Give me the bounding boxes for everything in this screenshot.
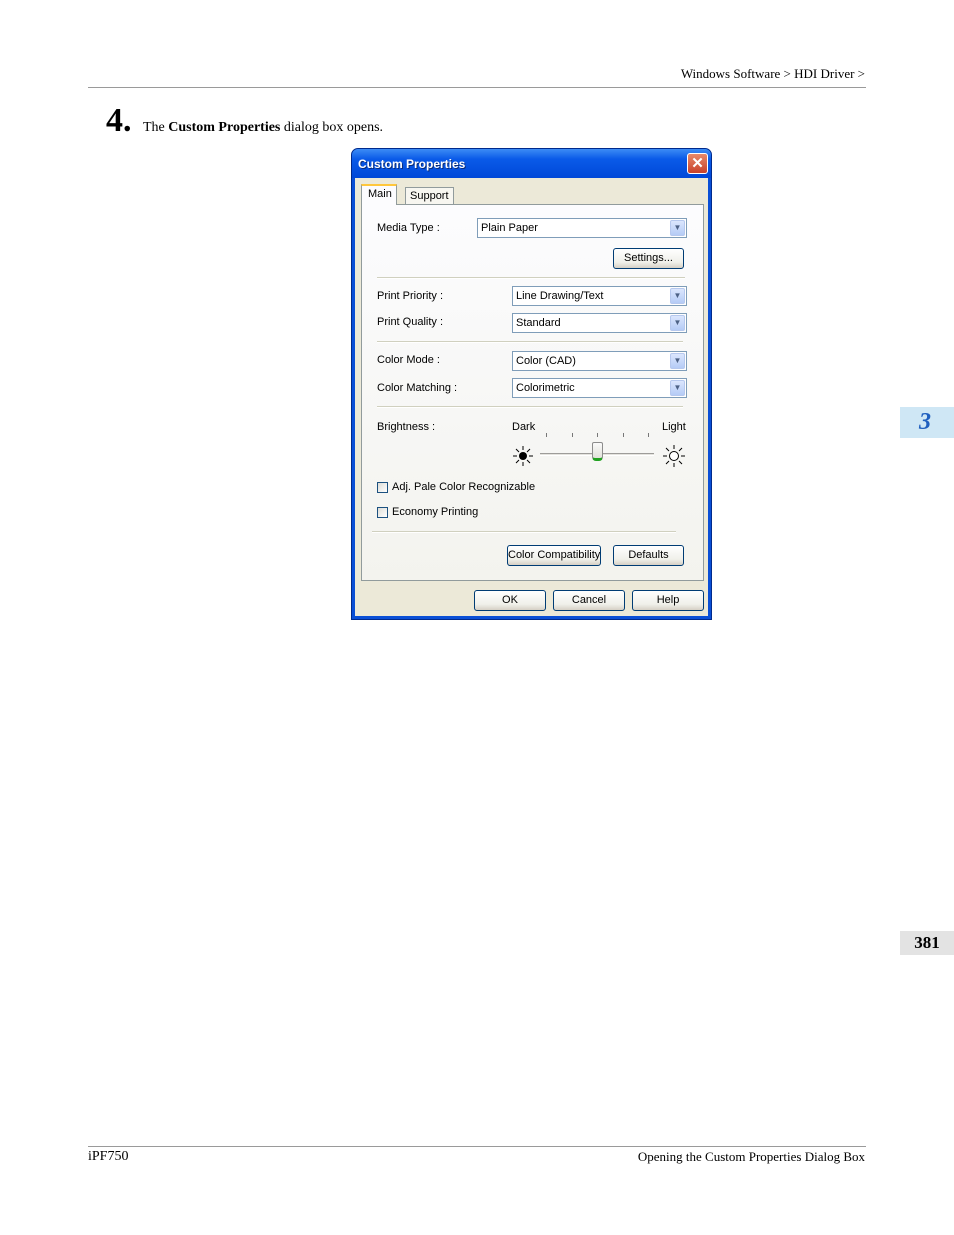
help-button[interactable]: Help xyxy=(632,590,704,611)
divider xyxy=(377,277,685,279)
color-mode-label: Color Mode : xyxy=(377,354,440,366)
chevron-down-icon: ▼ xyxy=(670,220,685,236)
chevron-down-icon: ▼ xyxy=(670,288,685,304)
slider-tick xyxy=(623,433,624,437)
media-type-label: Media Type : xyxy=(377,222,440,234)
dialog-client: Main Support Media Type : Plain Paper ▼ … xyxy=(355,178,708,616)
header-divider xyxy=(88,87,866,88)
media-type-select[interactable]: Plain Paper ▼ xyxy=(477,218,687,238)
color-mode-select[interactable]: Color (CAD) ▼ xyxy=(512,351,687,371)
breadcrumb: Windows Software > HDI Driver > xyxy=(680,66,865,81)
ok-button[interactable]: OK xyxy=(474,590,546,611)
color-matching-label: Color Matching : xyxy=(377,382,458,394)
step-text-pre: The xyxy=(143,120,169,135)
slider-thumb[interactable] xyxy=(592,442,603,461)
close-button[interactable]: ✕ xyxy=(687,153,708,174)
print-priority-select[interactable]: Line Drawing/Text ▼ xyxy=(512,286,687,306)
divider xyxy=(377,406,683,408)
step-text-bold: Custom Properties xyxy=(168,120,281,135)
color-compatibility-button[interactable]: Color Compatibility xyxy=(507,545,601,566)
slider-tick xyxy=(546,433,547,437)
print-quality-select[interactable]: Standard ▼ xyxy=(512,313,687,333)
dialog-title: Custom Properties xyxy=(358,157,466,171)
page-number: 381 xyxy=(900,931,954,955)
brightness-light-label: Light xyxy=(662,421,686,433)
economy-printing-checkbox[interactable] xyxy=(377,507,388,518)
footer-divider xyxy=(88,1146,866,1147)
brightness-dark-label: Dark xyxy=(512,421,536,433)
custom-properties-dialog: Custom Properties ✕ Main Support Media T… xyxy=(351,148,712,620)
step-text-post: dialog box opens. xyxy=(280,120,384,135)
divider xyxy=(377,341,683,343)
pale-color-label[interactable]: Adj. Pale Color Recognizable xyxy=(392,481,535,493)
pale-color-checkbox[interactable] xyxy=(377,482,388,493)
step-text: The Custom Properties dialog box opens. xyxy=(143,120,383,136)
slider-tick xyxy=(597,433,598,437)
tab-support[interactable]: Support xyxy=(405,187,454,205)
chapter-tab: 3 xyxy=(900,407,954,438)
footer-section-title: Opening the Custom Properties Dialog Box xyxy=(637,1149,865,1164)
print-quality-value: Standard xyxy=(516,317,561,329)
brightness-label: Brightness : xyxy=(377,421,436,433)
chevron-down-icon: ▼ xyxy=(670,353,685,369)
color-mode-value: Color (CAD) xyxy=(516,355,576,367)
print-priority-value: Line Drawing/Text xyxy=(516,290,604,302)
divider xyxy=(372,531,676,533)
sun-light-icon xyxy=(663,445,685,467)
brightness-slider[interactable] xyxy=(540,433,654,463)
defaults-button[interactable]: Defaults xyxy=(613,545,684,566)
tab-main[interactable]: Main xyxy=(361,184,397,205)
footer-model: iPF750 xyxy=(88,1149,129,1164)
cancel-button[interactable]: Cancel xyxy=(553,590,625,611)
chevron-down-icon: ▼ xyxy=(670,380,685,396)
media-type-value: Plain Paper xyxy=(481,222,538,234)
print-priority-label: Print Priority : xyxy=(377,290,444,302)
slider-tick xyxy=(648,433,649,437)
slider-tick xyxy=(572,433,573,437)
settings-button[interactable]: Settings... xyxy=(613,248,684,269)
sun-dark-icon xyxy=(513,446,533,466)
step-number: 4. xyxy=(106,102,132,139)
color-matching-select[interactable]: Colorimetric ▼ xyxy=(512,378,687,398)
economy-printing-label[interactable]: Economy Printing xyxy=(392,506,478,518)
chevron-down-icon: ▼ xyxy=(670,315,685,331)
color-matching-value: Colorimetric xyxy=(516,382,575,394)
print-quality-label: Print Quality : xyxy=(377,316,444,328)
dialog-titlebar[interactable]: Custom Properties ✕ xyxy=(352,149,711,178)
main-tab-panel: Media Type : Plain Paper ▼ Settings... P… xyxy=(361,204,704,581)
